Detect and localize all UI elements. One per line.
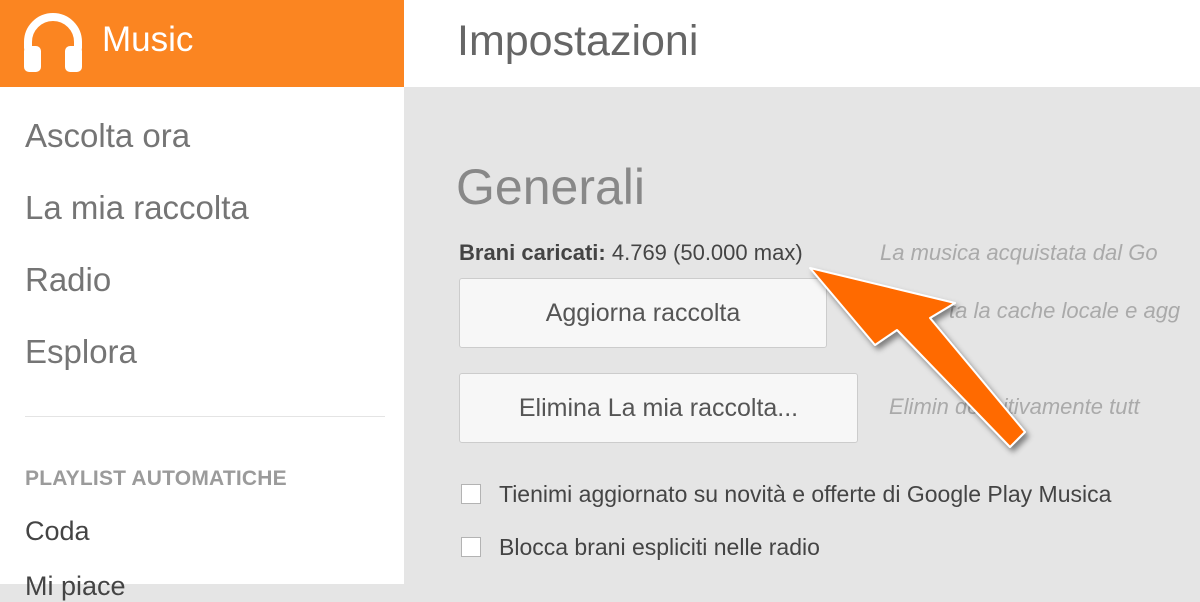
auto-playlists-label: PLAYLIST AUTOMATICHE	[25, 467, 287, 490]
settings-panel: Generali Brani caricati: 4.769 (50.000 m…	[404, 87, 1200, 584]
nav-item-listen-now[interactable]: Ascolta ora	[25, 116, 190, 156]
nav-item-my-library[interactable]: La mia raccolta	[25, 188, 249, 228]
brand-header[interactable]: Music	[0, 0, 404, 87]
uploaded-songs-hint: La musica acquistata dal Go	[880, 240, 1158, 265]
page-header: Impostazioni	[404, 0, 1200, 87]
playlist-item-queue[interactable]: Coda	[25, 515, 90, 547]
headphones-icon	[24, 13, 82, 72]
delete-library-button[interactable]: Elimina La mia raccolta...	[459, 373, 858, 443]
uploaded-songs-stat: Brani caricati: 4.769 (50.000 max)	[459, 239, 803, 267]
refresh-library-button[interactable]: Aggiorna raccolta	[459, 278, 827, 348]
playlist-item-liked[interactable]: Mi piace	[25, 570, 126, 602]
page-title: Impostazioni	[457, 17, 699, 65]
sidebar: Music Ascolta ora La mia raccolta Radio …	[0, 0, 404, 601]
uploaded-songs-value: 4.769 (50.000 max)	[611, 240, 803, 265]
app-name: Music	[102, 20, 194, 59]
sidebar-divider	[25, 416, 385, 417]
delete-library-hint: Elimin definitivamente tutt	[889, 394, 1140, 419]
refresh-library-hint: ta la cache locale e agg	[949, 298, 1181, 323]
nav-item-radio[interactable]: Radio	[25, 260, 111, 300]
uploaded-songs-label: Brani caricati:	[459, 240, 606, 265]
nav-item-explore[interactable]: Esplora	[25, 332, 137, 372]
section-title-general: Generali	[456, 159, 645, 215]
block-explicit-label: Blocca brani espliciti nelle radio	[499, 534, 820, 560]
updates-opt-in-checkbox[interactable]	[461, 484, 481, 504]
block-explicit-checkbox[interactable]	[461, 537, 481, 557]
updates-opt-in-label: Tienimi aggiornato su novità e offerte d…	[499, 481, 1112, 507]
